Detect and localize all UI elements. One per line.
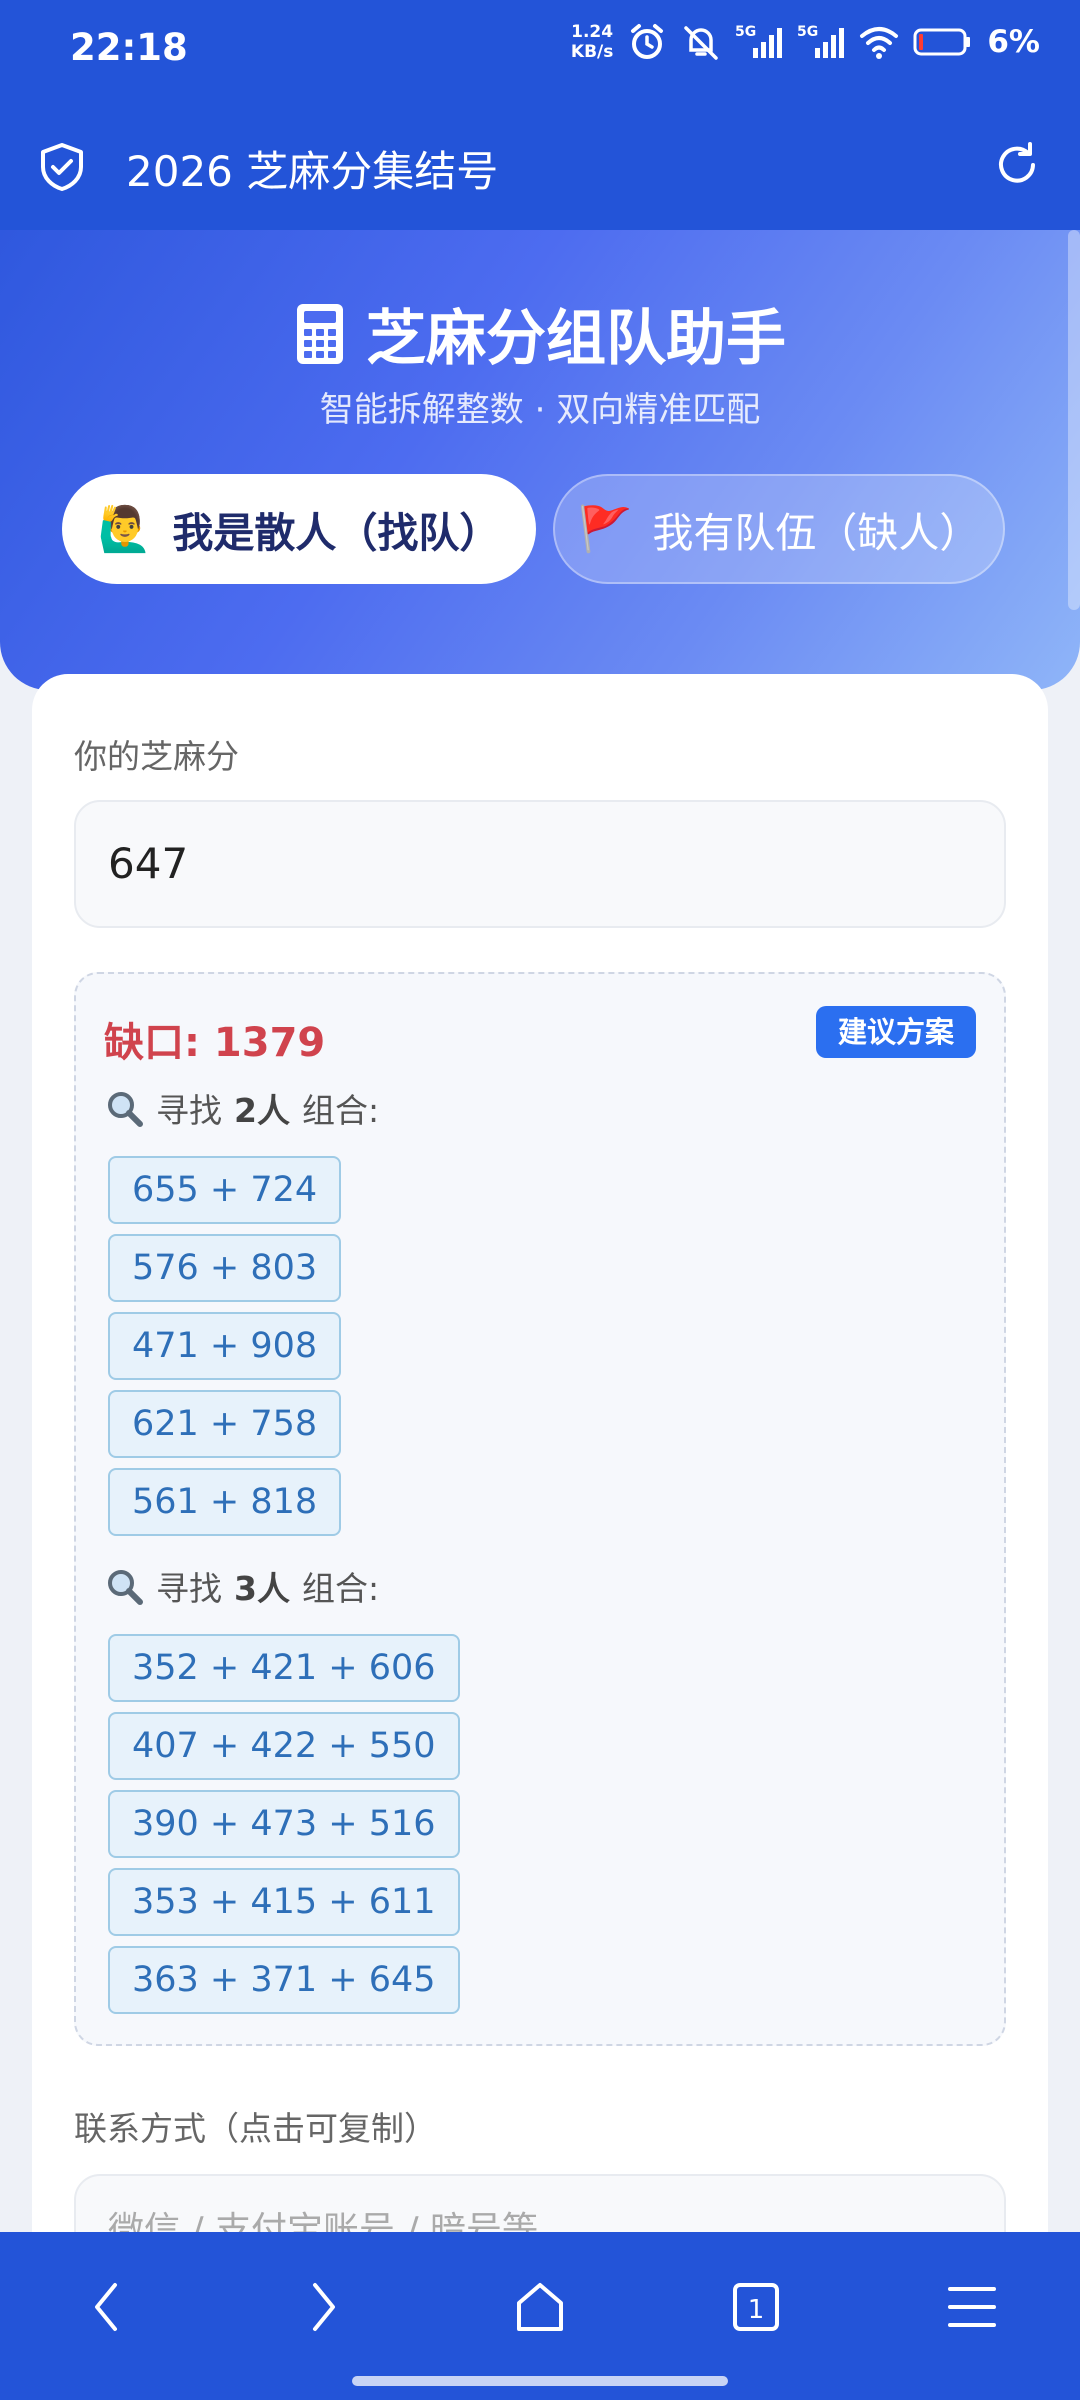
gap-value: 缺口: 1379 [104,1020,326,1066]
status-time: 22:18 [70,26,188,69]
form-card: 你的芝麻分 647 缺口: 1379 建议方案 寻找 2人 组合: 655 + … [32,674,1048,2302]
tab-label: 我有队伍（缺人） [652,509,981,557]
bottom-nav-bar: 1 [0,2232,1080,2400]
tab-label: 我是散人（找队） [172,509,501,557]
group-heading-2: 寻找 2人 组合: [104,1084,379,1132]
group-heading-3: 寻找 3人 组合: [104,1562,379,1610]
hero-title-row: 芝麻分组队助手 [0,290,1080,377]
signal-5g-icon: 5G [735,24,783,58]
combo-chip[interactable]: 352 + 421 + 606 [108,1634,460,1702]
group-count: 3人 [234,1569,290,1608]
combo-chip[interactable]: 353 + 415 + 611 [108,1868,460,1936]
combo-chip[interactable]: 576 + 803 [108,1234,342,1302]
tabs-icon: 1 [733,2283,779,2331]
signal-5g-icon-2: 5G [797,24,845,58]
status-bar: 22:18 1.24 KB/s 5G 5G 6% [0,0,1080,100]
person-raising-hand-icon: 🙋‍♂️ [97,504,153,555]
group-suffix: 组合: [301,1569,380,1608]
svg-text:5G: 5G [735,24,756,40]
net-speed-value: 1.24 [571,22,614,42]
combo-chip[interactable]: 390 + 473 + 516 [108,1790,460,1858]
tab-solo-find-team[interactable]: 🙋‍♂️ 我是散人（找队） [62,474,536,584]
back-button[interactable] [72,2272,142,2342]
app-bar: 2026 芝麻分集结号 [0,100,1080,230]
app-title: 2026 芝麻分集结号 [126,147,499,196]
alarm-icon [631,24,664,59]
home-indicator[interactable] [352,2376,728,2386]
menu-icon [948,2287,996,2327]
combo-chip[interactable]: 655 + 724 [108,1156,342,1224]
hero-subtitle: 智能拆解整数 · 双向精准匹配 [319,390,761,430]
back-icon [95,2283,117,2331]
menu-button[interactable] [937,2272,1007,2342]
result-panel: 缺口: 1379 建议方案 寻找 2人 组合: 655 + 724 576 + … [74,972,1006,2046]
hero-title: 芝麻分组队助手 [366,304,786,374]
contact-label: 联系方式（点击可复制） [74,2109,437,2148]
net-speed-unit: KB/s [570,42,614,62]
tab-have-team-need-members[interactable]: 🚩 我有队伍（缺人） [553,474,1005,584]
shield-check-icon [41,143,83,191]
combo-chip[interactable]: 407 + 422 + 550 [108,1712,460,1780]
group-prefix: 寻找 [156,1569,222,1608]
home-button[interactable] [505,2272,575,2342]
battery-percent: 6% [987,24,1040,60]
tabs-button[interactable]: 1 [721,2272,791,2342]
combo-chip[interactable]: 471 + 908 [108,1312,342,1380]
combo-chip[interactable]: 363 + 371 + 645 [108,1946,460,2014]
score-label: 你的芝麻分 [74,737,239,776]
hero-banner: 芝麻分组队助手 智能拆解整数 · 双向精准匹配 🙋‍♂️ 我是散人（找队） 🚩 … [0,230,1080,690]
group-count: 2人 [234,1091,290,1130]
flag-icon: 🚩 [577,504,633,555]
svg-text:5G: 5G [797,24,818,40]
net-speed: 1.24 KB/s [571,22,613,62]
battery-icon [913,28,971,56]
magnifier-icon [108,1092,143,1127]
combo-chip[interactable]: 621 + 758 [108,1390,342,1458]
magnifier-icon [108,1570,143,1605]
forward-icon [313,2283,335,2331]
group-prefix: 寻找 [156,1091,222,1130]
home-icon [517,2283,563,2331]
group-suffix: 组合: [301,1091,380,1130]
forward-button[interactable] [288,2272,358,2342]
combo-chip[interactable]: 561 + 818 [108,1468,342,1536]
status-icons: 1.24 KB/s 5G 5G 6% [571,22,1040,62]
refresh-icon[interactable] [992,140,1042,190]
wifi-icon [860,27,899,59]
calculator-icon [297,303,343,364]
mute-bell-icon [684,26,719,60]
score-input[interactable]: 647 [74,800,1006,928]
svg-text:1: 1 [748,2295,765,2325]
suggest-badge: 建议方案 [815,1006,976,1058]
